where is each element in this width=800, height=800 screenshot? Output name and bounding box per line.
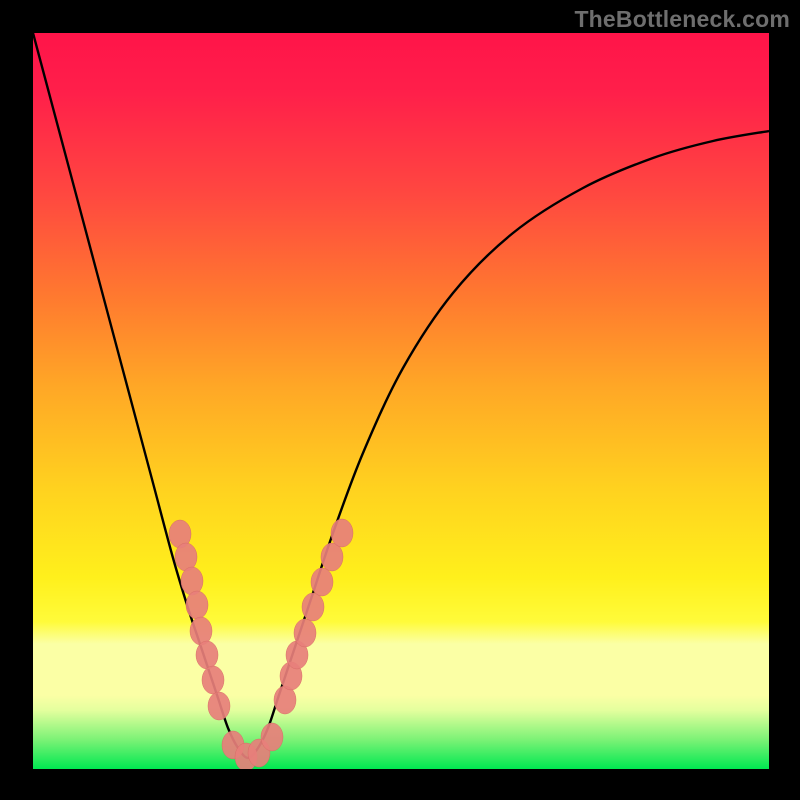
highlight-dot: [190, 617, 212, 645]
highlight-dot: [196, 641, 218, 669]
highlight-dot: [302, 593, 324, 621]
bottleneck-curve: [33, 33, 769, 758]
highlight-dot: [261, 723, 283, 751]
watermark-label: TheBottleneck.com: [574, 6, 790, 33]
highlight-dot: [181, 567, 203, 595]
highlight-dot: [274, 686, 296, 714]
highlight-dot: [208, 692, 230, 720]
highlight-dot: [294, 619, 316, 647]
highlight-dot: [331, 519, 353, 547]
highlight-dot: [321, 543, 343, 571]
highlight-dot: [311, 568, 333, 596]
outer-frame: TheBottleneck.com: [0, 0, 800, 800]
highlight-dot: [186, 591, 208, 619]
bottleneck-chart: [33, 33, 769, 769]
highlight-dot: [175, 543, 197, 571]
highlight-dot: [202, 666, 224, 694]
highlight-dots-group: [169, 519, 353, 769]
